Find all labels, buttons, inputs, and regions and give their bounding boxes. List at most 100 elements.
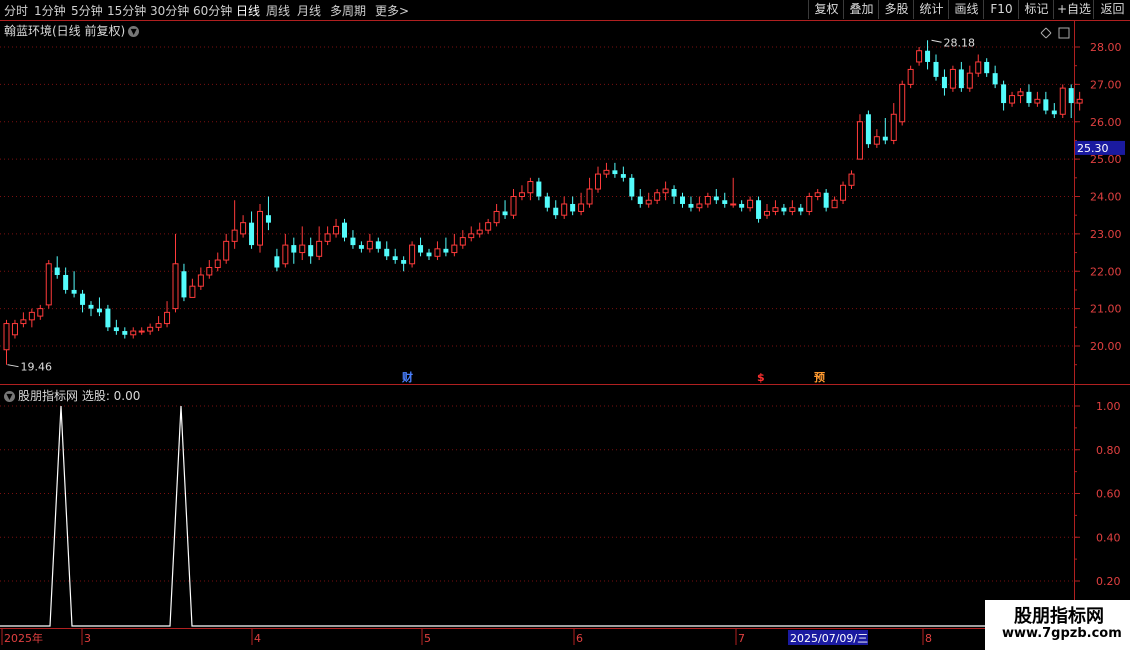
signal-series [0,405,1074,627]
candle-body [680,196,685,204]
candle-body [88,304,94,309]
candle-body [3,323,10,351]
candle-body [966,72,973,89]
candle-body [358,245,364,249]
watermark-url: www.7gpzb.com [1002,626,1122,641]
sub-panel-title[interactable]: ▼ 股朋指标网 选股: 0.00 [4,387,140,404]
candle-body [865,114,871,145]
candle-body [671,189,677,197]
candle-body [214,259,221,269]
candle-body [223,240,230,261]
candle-body [37,308,44,317]
low-pointer [7,364,19,368]
candle-body [71,289,77,294]
main-panel-title[interactable]: 翰蓝环境(日线 前复权) ▼ [4,22,140,39]
candle-body [882,136,888,141]
candle-body [197,274,204,287]
date-label: 4 [254,632,261,645]
signal-tick-label: 0.60 [1096,488,1121,501]
candle-body [722,200,728,204]
chart-canvas[interactable]: 28.00 27.00 26.00 25.00 24.00 23.00 22.00 21.00… [0,0,1130,650]
candle-body [350,237,356,246]
candle-body [274,256,280,268]
candle-body [1043,99,1049,111]
candle-body [975,61,982,74]
candle-body [756,200,762,219]
price-tick-label: 25.00 [1090,153,1122,166]
candle-body [418,245,424,253]
candle-body [536,181,542,197]
candle-body [231,229,238,242]
current-price-label: 25.30 [1077,142,1109,155]
candle-body [20,319,27,325]
candle-body [645,199,652,205]
date-label: 5 [424,632,431,645]
date-label: 6 [576,632,583,645]
candle-body [713,196,719,201]
candle-body [586,188,593,205]
candle-body [806,196,813,212]
candle-body [561,203,568,216]
candle-body [899,83,906,123]
candle-body [333,225,340,235]
price-tick-label: 23.00 [1090,228,1122,241]
candle-body [476,229,483,235]
candle-body [553,207,559,216]
candle-body [941,76,947,89]
candle-body [282,244,289,265]
candle-body [688,203,694,208]
price-tick-label: 22.00 [1090,265,1122,278]
candle-body [249,222,255,246]
candle-body [80,293,86,305]
price-tick-label: 20.00 [1090,340,1122,353]
candle-body [122,331,128,335]
candle-body [1051,110,1057,115]
signal-tick-label: 1.00 [1096,400,1121,413]
candle-body [823,192,829,208]
candle-body [595,173,601,190]
candle-body [172,263,179,310]
candle-body [206,267,213,276]
candle-body [130,330,137,336]
high-pointer [931,39,942,43]
candle-body [401,260,407,264]
candle-body [637,196,643,204]
candle-body [856,121,863,160]
candle-body [96,308,102,313]
candle-body [240,222,247,235]
candle-body [925,50,931,62]
candle-body [366,240,373,250]
candle-body [1026,91,1032,104]
stock-title: 翰蓝环境(日线 前复权) [4,24,126,38]
candle-body [459,237,466,246]
candle-body [113,327,119,332]
chevron-down-icon[interactable]: ▼ [4,391,15,402]
high-label: 28.18 [944,36,976,49]
candle-body [570,203,576,212]
date-label: 7 [738,632,745,645]
candle-body [434,248,441,257]
candle-body [890,113,897,141]
low-label: 19.46 [21,361,53,374]
candle-body [468,233,475,239]
candle-body [375,241,381,249]
signal-tick-label: 0.20 [1096,575,1121,588]
candle-body [324,233,331,242]
candle-body [299,244,306,254]
candle-body [518,192,525,197]
candle-body [831,199,838,209]
diamond-icon [1045,27,1052,34]
candle-body [443,248,449,253]
candle-body [451,244,458,254]
candle-body [45,263,52,306]
candle-body [949,68,956,89]
date-label: 3 [84,632,91,645]
price-axis: 28.00 27.00 26.00 25.00 24.00 23.00 22.00 21.00… [0,20,1130,650]
candle-body [620,174,626,178]
candle-body [316,240,323,257]
candle-body [578,203,585,212]
candle-body [612,170,618,175]
indicator-title: 股朋指标网 选股: 0.00 [18,389,141,403]
candle-body [485,222,492,231]
chevron-down-icon[interactable]: ▼ [128,26,140,37]
